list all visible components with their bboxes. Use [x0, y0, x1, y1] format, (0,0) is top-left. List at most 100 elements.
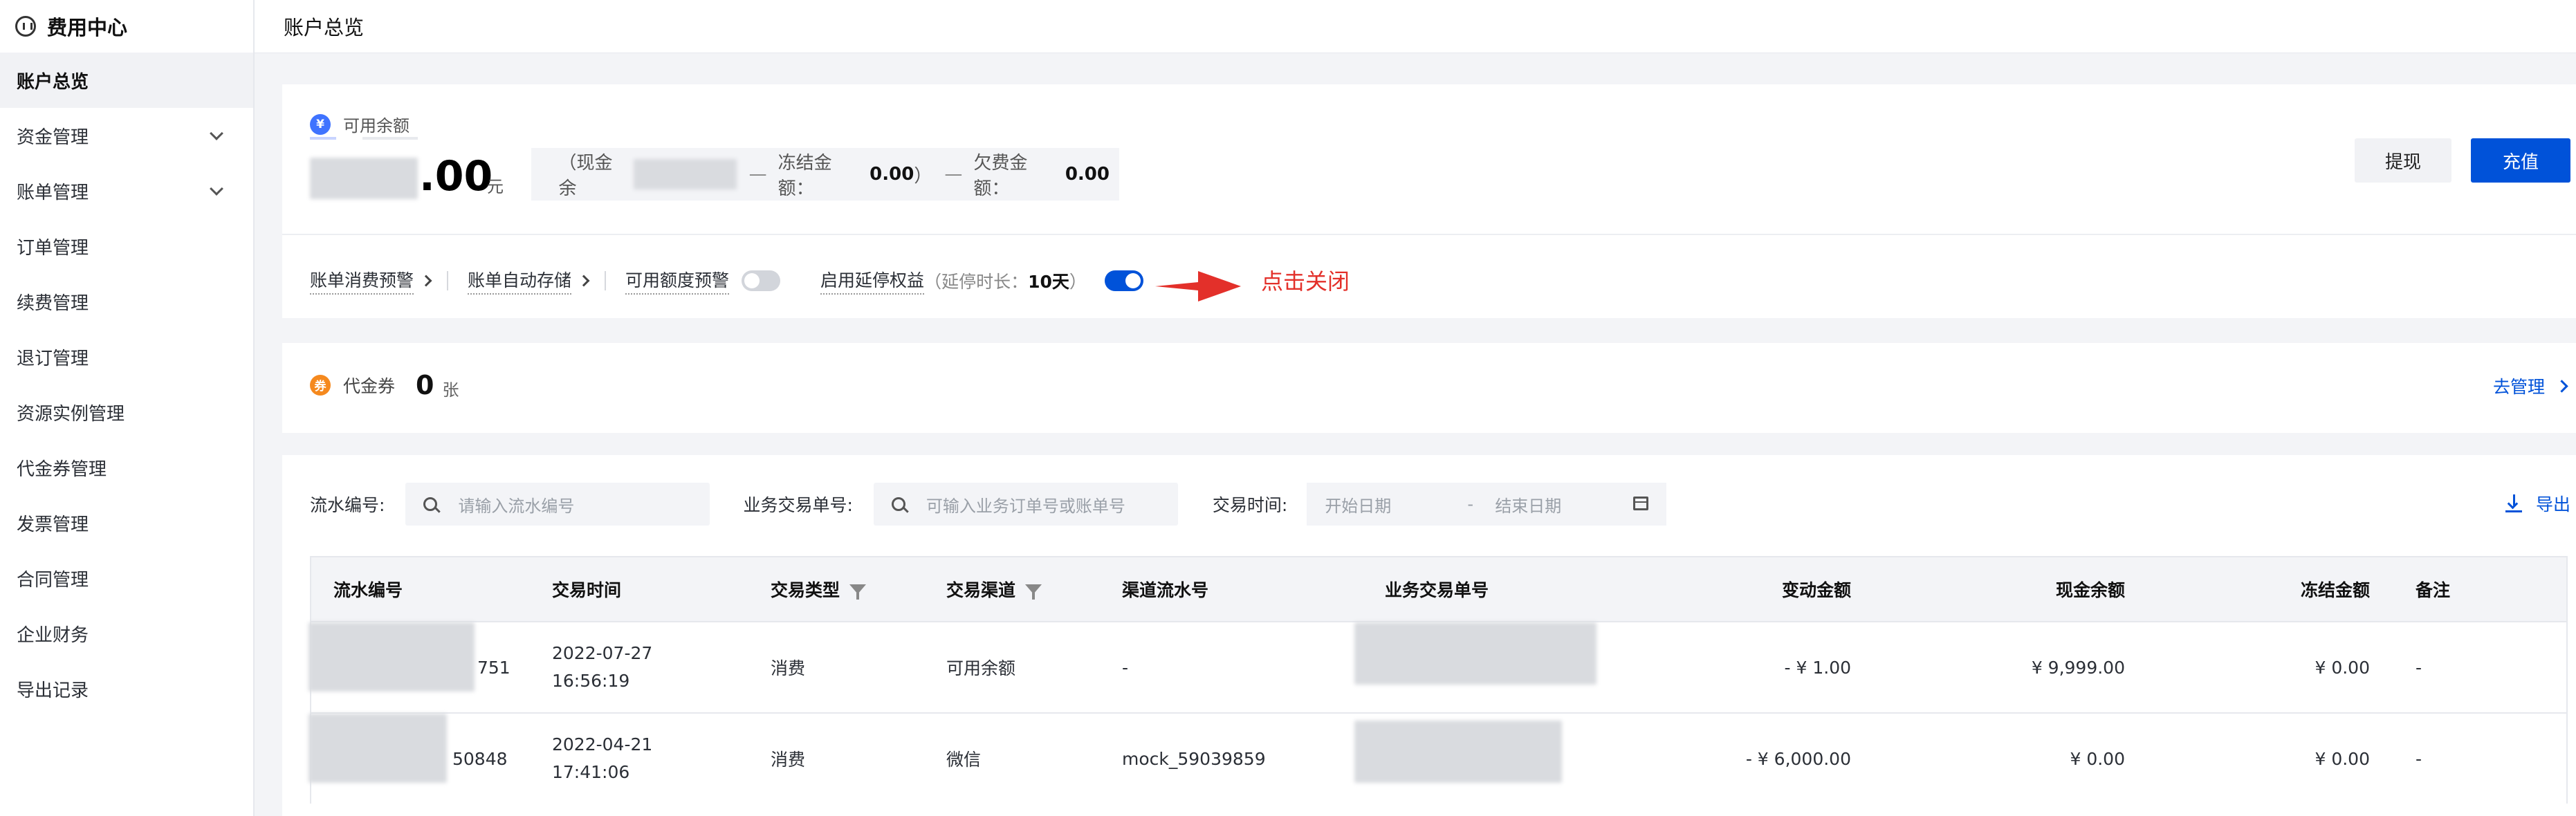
coupon-label: 代金券	[343, 375, 396, 396]
serial-filter-label: 流水编号:	[310, 495, 385, 515]
sidebar-item-export-records[interactable]: 导出记录	[0, 661, 253, 716]
chevron-right-icon	[2555, 379, 2568, 393]
quota-alert-label: 可用额度预警	[625, 267, 730, 295]
sidebar-item-label: 企业财务	[17, 624, 89, 646]
sidebar: 费用中心 账户总览 资金管理 账单管理 订单管理 续费管理 退订管理 资源实例管…	[0, 0, 255, 816]
toggle-knob	[1125, 273, 1141, 288]
col-cash: 现金余额	[2055, 580, 2125, 600]
export-button[interactable]: 导出	[2505, 491, 2570, 516]
account-options: 账单消费预警 账单自动存储 可用额度预警 启用延停权益 （延停时长： 10天 ）	[310, 263, 1184, 299]
suspend-hint-prefix: （延停时长：	[924, 272, 1029, 292]
balance-label: ¥ 可用余额	[310, 112, 410, 136]
owed-value: 0.00	[1065, 164, 1110, 185]
chevron-down-icon	[210, 127, 223, 140]
export-label: 导出	[2535, 494, 2570, 514]
cell-frozen: ¥ 0.00	[2315, 748, 2370, 769]
date-range-picker[interactable]: 开始日期 - 结束日期	[1307, 483, 1667, 526]
sidebar-item-account-overview[interactable]: 账户总览	[0, 53, 253, 108]
sidebar-item-label: 账户总览	[17, 71, 89, 93]
cell-change: - ¥ 1.00	[1784, 657, 1851, 678]
sidebar-item-coupon-management[interactable]: 代金券管理	[0, 440, 253, 495]
sidebar-header: 费用中心	[0, 0, 253, 53]
recharge-button[interactable]: 充值	[2471, 138, 2570, 183]
tab-indicator-inactive	[362, 137, 418, 140]
biz-no-redacted	[1354, 622, 1597, 685]
chevron-down-icon	[210, 182, 223, 196]
coupon-count: 0	[416, 369, 434, 400]
manage-coupons-label: 去管理	[2492, 377, 2545, 397]
table-header: 流水编号 交易时间 交易类型 交易渠道 渠道流水号 业务交易单号 变动金额 现金…	[311, 557, 2566, 621]
coupon-summary: 券 代金券 0 张	[310, 369, 459, 400]
sidebar-item-bill-management[interactable]: 账单管理	[0, 163, 253, 219]
time-filter-label: 交易时间:	[1212, 495, 1288, 515]
bill-storage-link[interactable]: 账单自动存储	[468, 267, 572, 295]
col-type-label: 交易类型	[771, 580, 840, 600]
sidebar-item-label: 导出记录	[17, 680, 89, 701]
cell-type: 消费	[771, 658, 806, 678]
sidebar-item-label: 退订管理	[17, 348, 89, 369]
sidebar-title: 费用中心	[47, 16, 128, 39]
col-channel-label: 交易渠道	[946, 580, 1016, 600]
balance-card: ¥ 可用余额 .00 元 （现金余 — 冻结金额： 0.00 ） — 欠费金额：…	[282, 84, 2576, 318]
serial-redacted	[309, 622, 475, 692]
toggle-knob	[744, 273, 760, 288]
coupon-icon: 券	[310, 374, 331, 396]
col-biz-no: 业务交易单号	[1385, 580, 1489, 600]
cell-channel: 可用余额	[946, 658, 1016, 678]
sidebar-item-contract-management[interactable]: 合同管理	[0, 550, 253, 606]
cell-change: - ¥ 6,000.00	[1745, 748, 1851, 769]
sidebar-item-resource-instances[interactable]: 资源实例管理	[0, 384, 253, 440]
bill-alert-link[interactable]: 账单消费预警	[310, 267, 414, 295]
suspend-rights-toggle[interactable]	[1104, 270, 1143, 291]
sidebar-item-renewal-management[interactable]: 续费管理	[0, 274, 253, 329]
col-serial: 流水编号	[333, 580, 403, 600]
manage-coupons-link[interactable]: 去管理	[2492, 373, 2568, 398]
col-channel-serial: 渠道流水号	[1122, 580, 1209, 600]
cell-time-clock: 17:41:06	[552, 762, 630, 782]
billing-logo-icon	[15, 16, 36, 37]
cell-time-clock: 16:56:19	[552, 671, 630, 691]
biz-placeholder: 可输入业务订单号或账单号	[926, 496, 1125, 516]
serial-redacted	[309, 714, 447, 783]
cell-frozen: ¥ 0.00	[2315, 657, 2370, 678]
chevron-right-icon	[578, 275, 590, 287]
date-range-separator: -	[1467, 494, 1473, 514]
col-time: 交易时间	[552, 580, 622, 600]
sidebar-item-order-management[interactable]: 订单管理	[0, 219, 253, 274]
col-note: 备注	[2416, 580, 2451, 600]
sidebar-item-enterprise-finance[interactable]: 企业财务	[0, 606, 253, 661]
withdraw-button[interactable]: 提现	[2355, 138, 2451, 183]
frozen-label: 冻结金额：	[778, 153, 832, 199]
download-icon	[2505, 494, 2522, 512]
coupon-unit: 张	[442, 380, 459, 400]
page-title: 账户总览	[284, 16, 365, 39]
separator-dash: —	[748, 164, 767, 185]
yuan-coin-icon: ¥	[310, 113, 331, 135]
sidebar-item-invoice-management[interactable]: 发票管理	[0, 495, 253, 550]
sidebar-item-label: 资源实例管理	[17, 403, 125, 425]
cell-time-date: 2022-04-21	[552, 734, 653, 754]
balance-unit: 元	[487, 177, 504, 196]
chevron-right-icon	[420, 275, 432, 287]
sidebar-item-label: 发票管理	[17, 514, 89, 535]
start-date-placeholder: 开始日期	[1325, 496, 1392, 516]
biz-filter-label: 业务交易单号:	[743, 495, 853, 515]
biz-no-redacted	[1354, 721, 1562, 783]
filter-icon	[1025, 584, 1042, 600]
col-channel[interactable]: 交易渠道	[946, 557, 1042, 621]
col-type[interactable]: 交易类型	[771, 557, 867, 621]
frozen-close: ）	[914, 165, 932, 187]
transactions-card: 流水编号: 请输入流水编号 业务交易单号: 可输入业务订单号或账单号 交易时间:…	[282, 455, 2576, 816]
sidebar-item-fund-management[interactable]: 资金管理	[0, 108, 253, 163]
sidebar-item-refund-management[interactable]: 退订管理	[0, 329, 253, 384]
cell-time: 2022-07-27 16:56:19	[552, 622, 652, 712]
col-frozen: 冻结金额	[2300, 580, 2370, 600]
search-icon	[423, 497, 438, 511]
cell-note: -	[2416, 748, 2422, 769]
biz-order-search-input[interactable]: 可输入业务订单号或账单号	[873, 483, 1178, 526]
divider	[282, 234, 2576, 235]
serial-search-input[interactable]: 请输入流水编号	[405, 483, 710, 526]
page-header: 账户总览	[255, 0, 2576, 53]
end-date-placeholder: 结束日期	[1495, 496, 1562, 516]
quota-alert-toggle[interactable]	[742, 270, 781, 291]
